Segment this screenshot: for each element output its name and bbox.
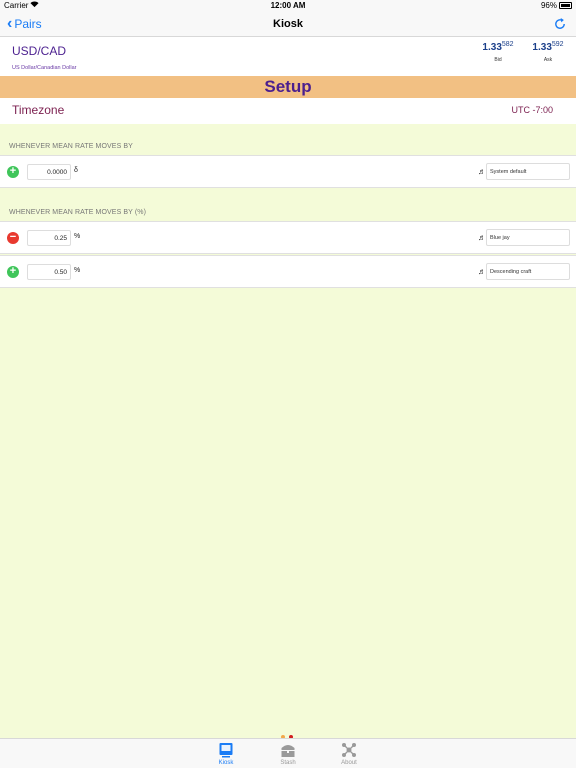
bid-quote: 1.33582 Bid [476, 41, 520, 63]
add-alert-button[interactable]: + [7, 166, 19, 178]
tab-stash[interactable]: Stash [268, 742, 308, 766]
status-time: 12:00 AM [270, 1, 306, 10]
threshold-input[interactable]: 0.0000 [27, 164, 71, 180]
threshold-input[interactable]: 0.25 [27, 230, 71, 246]
ask-price-main: 1.33 [532, 42, 552, 53]
pair-symbol: USD/CAD [12, 44, 67, 58]
music-note-icon: ♬ [478, 267, 486, 276]
battery-icon [559, 2, 572, 9]
add-alert-button[interactable]: + [7, 266, 19, 278]
molecule-icon [342, 743, 356, 757]
sound-picker[interactable]: Blue jay [486, 229, 570, 246]
tab-kiosk[interactable]: Kiosk [206, 742, 246, 766]
status-bar: Carrier 12:00 AM 96% [0, 0, 576, 12]
tab-about[interactable]: About [329, 742, 369, 766]
ask-price-pips: 592 [551, 41, 564, 48]
chest-icon [281, 745, 295, 757]
tab-bar: Kiosk Stash About [0, 738, 576, 768]
timezone-value: UTC -7:00 [511, 105, 553, 115]
sound-picker[interactable]: Descending craft [486, 263, 570, 280]
setup-banner: Setup [0, 76, 576, 98]
bid-price-pips: 582 [501, 41, 514, 48]
alert-row: + 0.0000 δ ♬ System default [0, 155, 576, 188]
pair-header: USD/CAD US Dollar/Canadian Dollar 1.3358… [0, 37, 576, 76]
section-header-percent: WHENEVER MEAN RATE MOVES BY (%) [9, 209, 147, 216]
music-note-icon: ♬ [478, 233, 486, 242]
bid-label: Bid [494, 57, 502, 63]
tab-label: Kiosk [218, 760, 234, 766]
alert-row: + 0.50 % ♬ Descending craft [0, 255, 576, 288]
bid-price-main: 1.33 [482, 42, 502, 53]
pair-description: US Dollar/Canadian Dollar [12, 65, 77, 71]
battery-percent: 96% [540, 1, 557, 10]
page-title: Kiosk [273, 18, 303, 30]
unit-label: % [74, 233, 81, 240]
refresh-icon[interactable] [553, 17, 567, 31]
section-header-absolute: WHENEVER MEAN RATE MOVES BY [9, 143, 133, 150]
ask-label: Ask [543, 57, 553, 63]
unit-label: δ [74, 167, 78, 174]
alert-row: − 0.25 % ♬ Blue jay [0, 221, 576, 254]
navigation-bar: ‹ Pairs Kiosk [0, 12, 576, 37]
music-note-icon: ♬ [478, 167, 486, 176]
timezone-label: Timezone [12, 103, 65, 117]
unit-label: % [74, 267, 81, 274]
sound-picker[interactable]: System default [486, 163, 570, 180]
remove-alert-button[interactable]: − [7, 232, 19, 244]
kiosk-icon [219, 743, 233, 758]
ask-quote: 1.33592 Ask [526, 41, 570, 63]
tab-label: About [341, 760, 357, 766]
tab-label: Stash [280, 760, 296, 766]
timezone-row[interactable]: Timezone UTC -7:00 [0, 98, 576, 124]
threshold-input[interactable]: 0.50 [27, 264, 71, 280]
